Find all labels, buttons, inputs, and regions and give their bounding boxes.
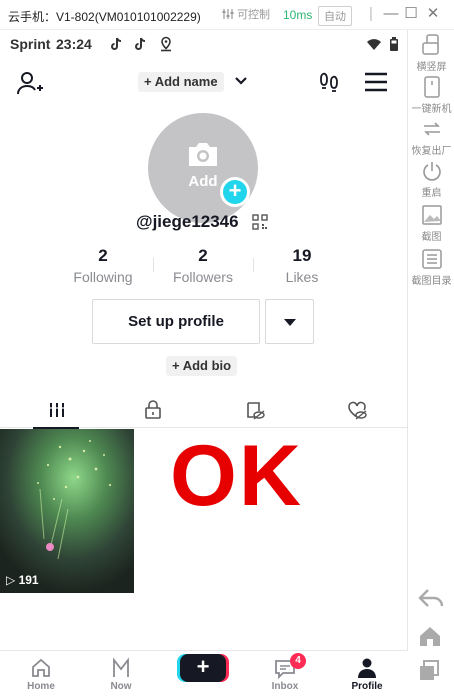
add-avatar-plus-icon[interactable]: + <box>220 177 250 207</box>
likes-count: 19 <box>292 246 312 265</box>
home-icon <box>32 658 50 677</box>
now-icon <box>113 657 129 677</box>
create-icon: + <box>196 654 210 679</box>
followers-count: 2 <box>198 246 208 265</box>
back-icon[interactable] <box>418 586 444 610</box>
screenshot-icon <box>421 205 442 225</box>
tagged-hidden-icon <box>247 402 265 420</box>
followers-stat[interactable]: 2 Followers <box>158 246 248 285</box>
nav-home[interactable]: Home <box>0 651 82 699</box>
video-thumbnail[interactable]: ▷ 191 <box>0 429 134 593</box>
emulator-title-bar: 云手机：V1-802(VM010101002229) 可控制 10ms 自动 |… <box>0 0 454 30</box>
tab-videos[interactable] <box>6 392 108 429</box>
recent-apps-icon[interactable] <box>418 660 440 682</box>
profile-tabs <box>0 392 408 429</box>
location-icon <box>161 36 171 52</box>
screenshot-folder-icon <box>421 249 442 269</box>
add-bio-button[interactable]: + Add bio <box>166 356 238 376</box>
bottom-nav: Home Now + 4 Inbox Profile <box>0 650 408 699</box>
likes-stat[interactable]: 19 Likes <box>257 246 347 285</box>
add-name-button[interactable]: + Add name <box>138 72 224 92</box>
status-bar: Sprint 23:24 <box>0 30 408 58</box>
inbox-badge: 4 <box>290 653 306 669</box>
emulator-side-toolbar: 横竖屏 一键新机 恢复出厂 重启 截图 截图目录 <box>409 30 454 699</box>
new-device-button[interactable]: 一键新机 <box>409 76 454 115</box>
tab-private[interactable] <box>102 392 204 428</box>
sliders-icon <box>222 9 234 19</box>
wifi-icon <box>367 39 381 50</box>
screenshot-folder-button[interactable]: 截图目录 <box>409 248 454 287</box>
suggested-accounts-button[interactable] <box>265 299 314 344</box>
stat-divider <box>253 258 254 272</box>
fireworks-thumbnail-image <box>0 429 134 593</box>
new-device-icon <box>423 76 440 98</box>
rotate-screen-icon <box>421 34 439 55</box>
tab-tagged[interactable] <box>204 392 306 428</box>
home-button-icon[interactable] <box>418 624 442 648</box>
tiktok-notification-icon <box>135 37 146 50</box>
menu-icon[interactable] <box>364 72 388 92</box>
stat-divider <box>153 258 154 272</box>
nav-inbox-label: Inbox <box>271 681 299 692</box>
camera-icon <box>189 143 217 166</box>
carrier-name: Sprint <box>10 36 51 52</box>
lock-icon <box>145 400 161 419</box>
phone-screen: Sprint 23:24 + Add name Add + @jiege1234… <box>0 30 408 699</box>
minimize-icon[interactable]: — <box>382 5 400 23</box>
qr-code-icon[interactable] <box>252 214 268 230</box>
view-count: ▷ 191 <box>6 573 39 587</box>
close-icon[interactable]: ✕ <box>424 5 442 23</box>
factory-reset-button[interactable]: 恢复出厂 <box>409 118 454 157</box>
followers-label: Followers <box>173 269 233 285</box>
nav-home-label: Home <box>27 681 55 692</box>
latency-indicator: 10ms <box>283 8 313 22</box>
likes-label: Likes <box>285 269 319 285</box>
factory-reset-icon <box>423 122 440 136</box>
nav-profile-label: Profile <box>351 681 383 692</box>
divider-icon: | <box>369 5 373 22</box>
nav-now-label: Now <box>110 681 132 692</box>
set-up-profile-button[interactable]: Set up profile <box>92 299 260 344</box>
following-label: Following <box>73 269 133 285</box>
following-stat[interactable]: 2 Following <box>58 246 148 285</box>
auto-quality-button[interactable]: 自动 <box>318 6 352 26</box>
tiktok-notification-icon <box>111 37 122 50</box>
emulator-title: 云手机：V1-802(VM010101002229) <box>8 10 201 24</box>
ok-overlay-text: OK <box>170 428 303 524</box>
reboot-button[interactable]: 重启 <box>409 160 454 199</box>
username: @jiege12346 <box>136 212 239 231</box>
nav-profile[interactable]: Profile <box>326 651 408 699</box>
footsteps-icon[interactable] <box>318 70 342 94</box>
tab-liked[interactable] <box>306 392 408 428</box>
following-count: 2 <box>98 246 108 265</box>
rotate-screen-button[interactable]: 横竖屏 <box>409 34 454 73</box>
caret-down-icon <box>284 319 296 326</box>
maximize-icon[interactable]: ☐ <box>402 5 420 23</box>
screenshot-button[interactable]: 截图 <box>409 204 454 243</box>
avatar[interactable]: Add <box>148 113 258 223</box>
nav-inbox[interactable]: 4 Inbox <box>244 651 326 699</box>
add-user-icon[interactable] <box>16 70 44 96</box>
nav-now[interactable]: Now <box>80 651 162 699</box>
profile-icon <box>358 658 376 678</box>
control-mode-label[interactable]: 可控制 <box>222 6 270 22</box>
liked-hidden-icon <box>348 401 367 420</box>
chevron-down-icon[interactable] <box>234 74 248 88</box>
battery-icon <box>390 37 398 51</box>
clock: 23:24 <box>56 36 92 52</box>
grid-icon <box>49 403 65 417</box>
create-button[interactable]: + <box>180 654 226 682</box>
power-icon <box>422 162 441 181</box>
